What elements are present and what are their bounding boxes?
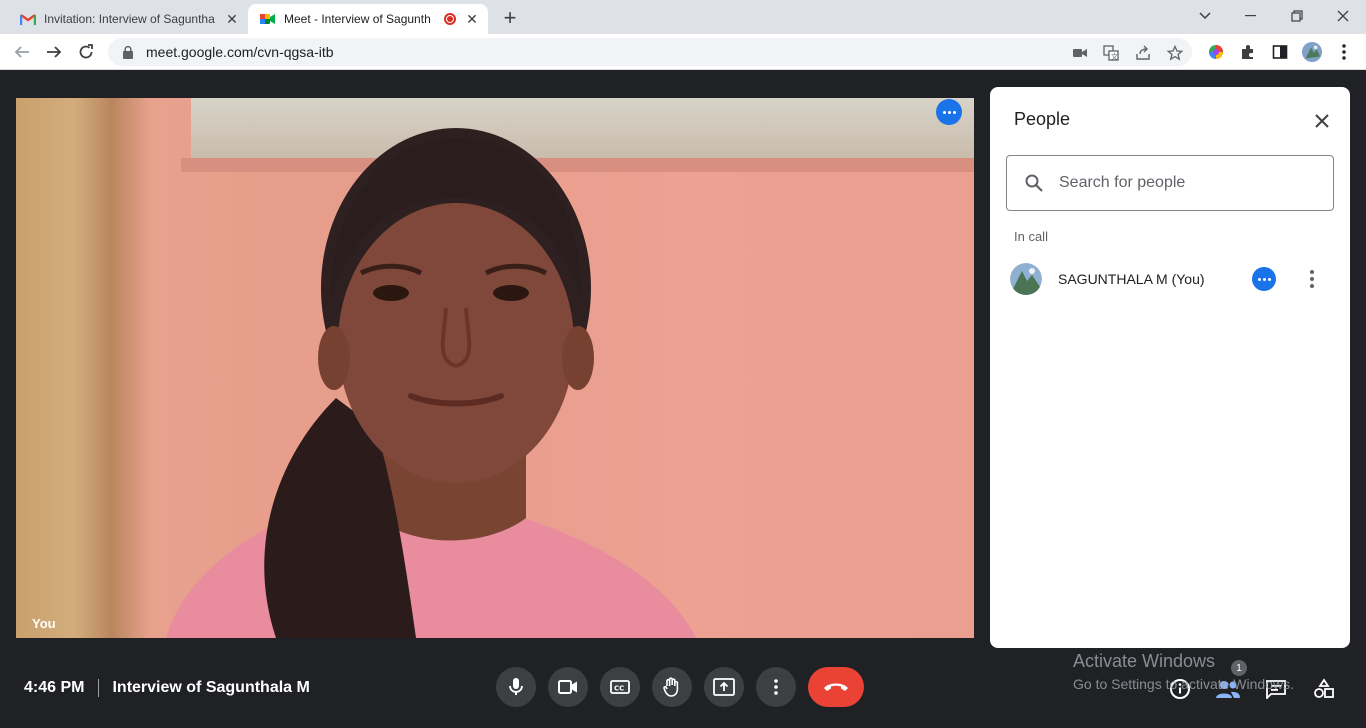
close-window-button[interactable]: [1323, 2, 1363, 30]
video-camera-icon: [558, 680, 577, 694]
gmail-icon: [20, 11, 36, 27]
raise-hand-icon: [663, 677, 679, 697]
watermark-title: Activate Windows: [1073, 651, 1216, 671]
side-panel-icon[interactable]: [1270, 42, 1290, 62]
tab-title: Invitation: Interview of Saguntha: [44, 12, 215, 26]
participant-video-image: [166, 128, 696, 638]
self-video-tile[interactable]: You: [16, 98, 974, 638]
chrome-menu-icon[interactable]: [1334, 42, 1354, 62]
url-text: meet.google.com/cvn-qgsa-itb: [146, 44, 334, 60]
raise-hand-button[interactable]: [652, 667, 692, 707]
browser-toolbar: meet.google.com/cvn-qgsa-itb 文: [0, 34, 1366, 70]
avatar: [1010, 263, 1042, 295]
search-people-field[interactable]: [1006, 155, 1334, 211]
people-panel-title: People: [1014, 109, 1071, 129]
meeting-name: Interview of Sagunthala M: [112, 679, 310, 696]
in-call-section-label: In call: [1014, 229, 1048, 244]
leave-call-button[interactable]: [808, 667, 864, 707]
watermark-subtitle: Go to Settings to activate Windows.: [1073, 676, 1294, 692]
tab-meet[interactable]: Meet - Interview of Sagunth ✕: [248, 4, 488, 34]
bookmark-star-icon[interactable]: [1166, 44, 1184, 62]
tab-close-icon[interactable]: ✕: [224, 11, 240, 27]
svg-text:CC: CC: [614, 685, 624, 693]
captions-icon: CC: [610, 680, 630, 694]
forward-arrow-icon: [47, 46, 62, 58]
self-name-label: You: [32, 616, 56, 631]
meet-stage: You People In call SAGUNTHALA M (You): [0, 71, 1366, 728]
tab-search-chevron-icon[interactable]: [1185, 2, 1225, 30]
microphone-button[interactable]: [496, 667, 536, 707]
meet-icon: [260, 11, 276, 27]
back-button[interactable]: [8, 38, 36, 66]
camera-button[interactable]: [548, 667, 588, 707]
activities-button[interactable]: [1311, 676, 1337, 702]
activate-windows-watermark: Activate Windows Go to Settings to activ…: [1073, 651, 1294, 692]
camera-in-use-icon[interactable]: [1071, 44, 1089, 62]
reload-icon: [79, 44, 93, 59]
share-icon[interactable]: [1134, 44, 1152, 62]
lock-icon: [120, 44, 136, 60]
profile-avatar-icon[interactable]: [1302, 42, 1322, 62]
meeting-info: 4:46 PM Interview of Sagunthala M: [24, 679, 310, 697]
forward-button[interactable]: [40, 38, 68, 66]
divider: [98, 679, 100, 697]
search-icon: [1023, 172, 1045, 194]
search-people-input[interactable]: [1059, 174, 1299, 192]
present-screen-button[interactable]: [704, 667, 744, 707]
end-call-icon: [824, 683, 848, 691]
translate-icon[interactable]: 文: [1102, 44, 1120, 62]
tab-title: Meet - Interview of Sagunth: [284, 12, 431, 26]
present-screen-icon: [713, 678, 735, 696]
participant-more-options-button[interactable]: [1252, 267, 1276, 291]
microphone-icon: [509, 678, 523, 695]
recording-indicator-icon: [444, 13, 456, 25]
address-bar[interactable]: meet.google.com/cvn-qgsa-itb 文: [108, 38, 1192, 66]
color-extension-icon[interactable]: [1206, 42, 1226, 62]
participant-kebab-menu-icon[interactable]: [1300, 267, 1324, 291]
activities-shapes-icon: [1314, 678, 1334, 698]
participant-row[interactable]: SAGUNTHALA M (You): [1006, 259, 1342, 299]
tile-more-options-button[interactable]: [936, 99, 962, 125]
more-vert-icon: [774, 679, 778, 695]
browser-tab-strip: Invitation: Interview of Saguntha ✕ Meet…: [0, 0, 1366, 34]
close-icon: [1315, 114, 1329, 128]
meeting-time: 4:46 PM: [24, 679, 85, 696]
back-arrow-icon: [14, 46, 29, 58]
tab-gmail-invitation[interactable]: Invitation: Interview of Saguntha ✕: [8, 4, 248, 34]
more-options-button[interactable]: [756, 667, 796, 707]
participant-name: SAGUNTHALA M (You): [1058, 271, 1205, 287]
new-tab-button[interactable]: +: [498, 5, 522, 30]
people-panel: People In call SAGUNTHALA M (You): [990, 87, 1350, 648]
close-panel-button[interactable]: [1308, 107, 1336, 135]
restore-button[interactable]: [1277, 2, 1317, 30]
reload-button[interactable]: [72, 38, 100, 66]
minimize-button[interactable]: [1231, 2, 1271, 30]
tab-close-icon[interactable]: ✕: [464, 11, 480, 27]
captions-button[interactable]: CC: [600, 667, 640, 707]
svg-text:文: 文: [1111, 52, 1118, 61]
extensions-puzzle-icon[interactable]: [1238, 42, 1258, 62]
